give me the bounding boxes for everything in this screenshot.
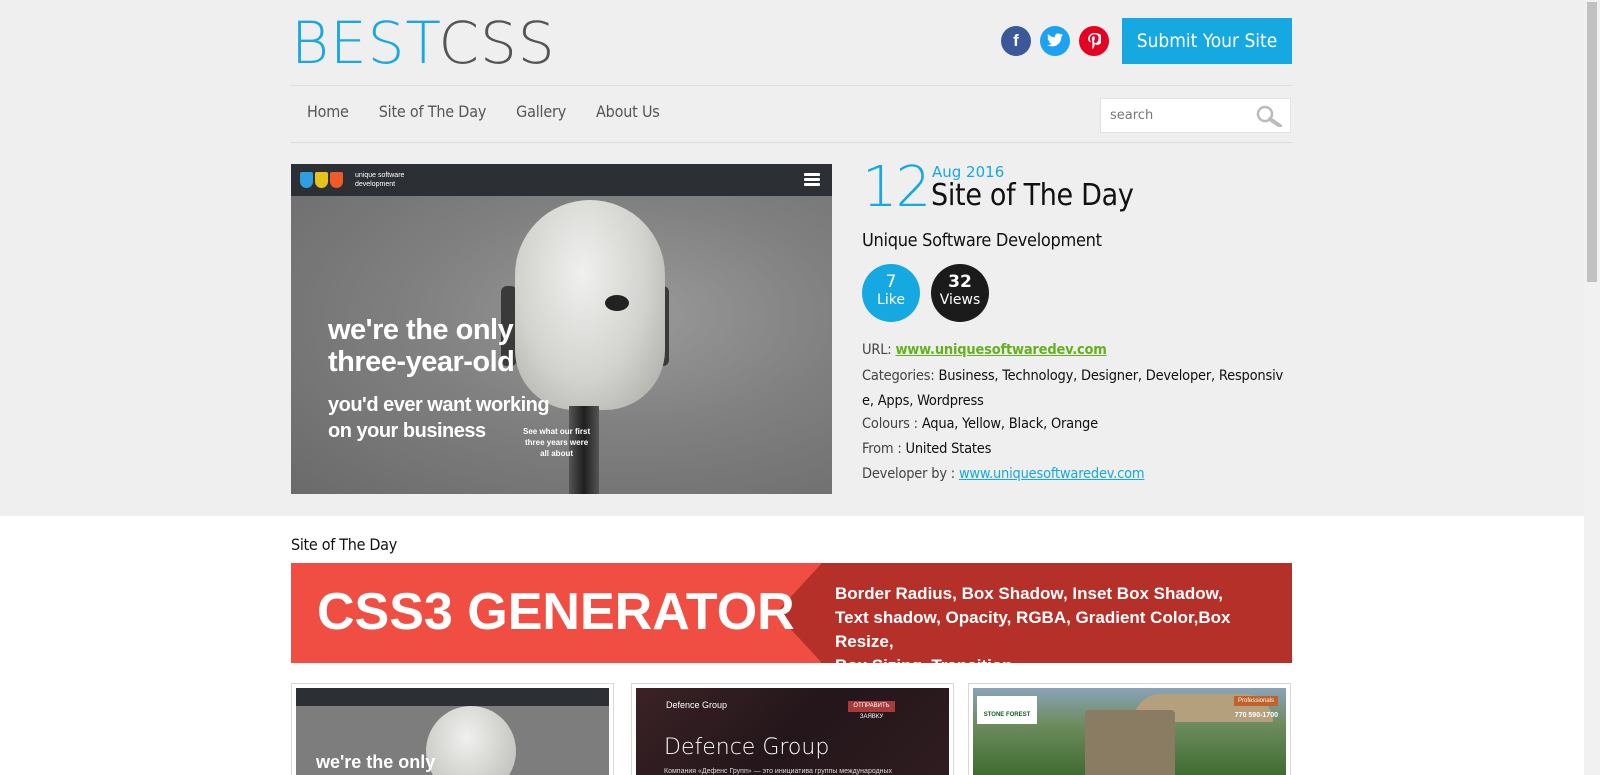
section-title: Site of The Day (291, 535, 397, 554)
meta-from: From : United States (862, 441, 992, 457)
views-label: Views (939, 292, 981, 308)
main-nav: Home Site of The Day Gallery About Us (291, 102, 674, 128)
page-scrollbar[interactable] (1584, 0, 1600, 775)
thumb-3-phone: 770 590-1700 (1234, 712, 1278, 719)
header-divider (291, 85, 1292, 86)
screenshot-topbar: unique software development (291, 164, 832, 196)
thumb-2-button: ОТПРАВИТЬ ЗАЯВКУ (848, 701, 895, 720)
meta-developer: Developer by : www.uniquesoftwaredev.com (862, 466, 1145, 482)
thumb-3-image: STONE FOREST Professionals 770 590-1700 (973, 688, 1286, 775)
twitter-icon[interactable] (1040, 26, 1070, 56)
screenshot-caption: See what our first three years were all ab… (523, 427, 591, 458)
views-count: 32 (948, 272, 972, 292)
featured-screenshot[interactable]: we're the only three-year-old you'd ever … (291, 164, 832, 494)
search-box (1100, 98, 1291, 133)
ud-logo-icon (300, 172, 343, 188)
logo-best: BEST (291, 9, 439, 77)
featured-heading: Site of The Day (931, 178, 1134, 213)
thumb-2-title: Defence Group (664, 735, 830, 760)
hamburger-icon (804, 173, 820, 187)
site-url-link[interactable]: www.uniquesoftwaredev.com (895, 342, 1106, 358)
nav-gallery[interactable]: Gallery (516, 102, 566, 128)
gallery-thumb-3[interactable]: STONE FOREST Professionals 770 590-1700 (968, 683, 1291, 775)
like-label: Like (877, 292, 905, 308)
ud-brand-text: unique software development (355, 172, 405, 188)
nav-site-of-the-day[interactable]: Site of The Day (379, 102, 487, 128)
robot-eye (605, 295, 629, 311)
pinterest-icon[interactable] (1079, 26, 1109, 56)
thumb-1-image: we're the only (296, 688, 609, 775)
scrollbar-thumb[interactable] (1587, 2, 1597, 282)
thumb-3-badge: Professionals (1234, 696, 1278, 706)
screenshot-headline: we're the only three-year-old (328, 314, 515, 378)
nav-about-us[interactable]: About Us (596, 102, 660, 128)
gallery-thumb-1[interactable]: we're the only (291, 683, 614, 775)
meta-colours: Colours : Aqua, Yellow, Black, Orange (862, 416, 1098, 432)
thumb-1-text: we're the only (316, 752, 436, 772)
from-value: United States (905, 441, 992, 457)
thumb-3-fireplace (1085, 710, 1175, 775)
thumb-2-logo: Defence Group (666, 700, 728, 710)
like-count: 7 (885, 272, 897, 292)
search-icon[interactable] (1256, 105, 1282, 131)
site-logo[interactable]: BESTCSS (291, 12, 556, 74)
like-button[interactable]: 7 Like (862, 264, 920, 322)
thumb-2-image: Defence Group ОТПРАВИТЬ ЗАЯВКУ Defence G… (636, 688, 949, 775)
logo-css: CSS (438, 9, 556, 77)
colours-value: Aqua, Yellow, Black, Orange (921, 416, 1098, 432)
gallery-thumb-2[interactable]: Defence Group ОТПРАВИТЬ ЗАЯВКУ Defence G… (631, 683, 954, 775)
css3-generator-banner[interactable]: CSS3 GENERATOR Border Radius, Box Shadow… (291, 563, 1292, 663)
thumb-3-logo: STONE FOREST (977, 696, 1037, 724)
featured-day: 12 (862, 155, 931, 220)
banner-features: Border Radius, Box Shadow, Inset Box Sha… (835, 584, 1231, 663)
developer-link[interactable]: www.uniquesoftwaredev.com (959, 466, 1145, 482)
submit-site-button[interactable]: Submit Your Site (1122, 18, 1292, 64)
nav-home[interactable]: Home (307, 102, 349, 128)
thumb-2-sub: Компания «Дефенс Групп» — это инициатива… (664, 768, 893, 775)
featured-site-name: Unique Software Development (862, 230, 1102, 251)
screenshot-background: we're the only three-year-old you'd ever … (291, 196, 832, 494)
meta-url: URL: www.uniquesoftwaredev.com (862, 342, 1107, 358)
thumb-1-topbar (296, 688, 609, 706)
nav-divider (291, 142, 1292, 143)
screenshot-subheadline: you'd ever want working on your business (328, 394, 550, 442)
views-badge: 32 Views (931, 264, 989, 322)
facebook-icon[interactable]: f (1001, 26, 1031, 56)
thumb-1-robot-head (426, 706, 516, 775)
search-input[interactable] (1101, 99, 1251, 132)
banner-title: CSS3 GENERATOR (317, 583, 795, 641)
robot-head-image (515, 200, 665, 410)
meta-categories: Categories: Business, Technology, Design… (862, 368, 1284, 409)
